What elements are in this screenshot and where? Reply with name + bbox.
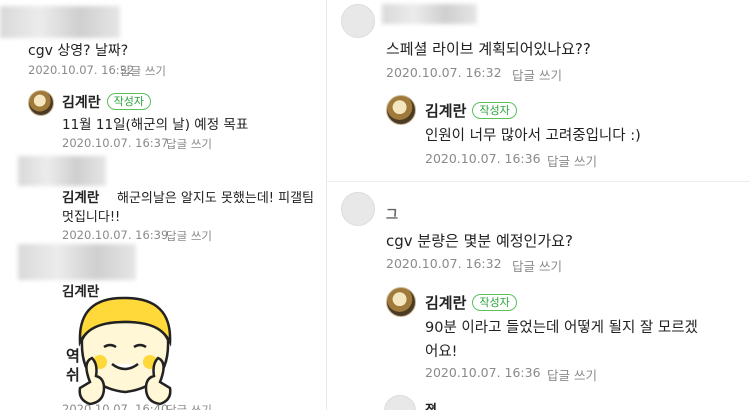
- comment-date: 2020.10.07. 16:39: [62, 228, 169, 242]
- reply-button[interactable]: 답글 쓰기: [547, 151, 597, 170]
- reply-button[interactable]: 답글 쓰기: [166, 402, 212, 410]
- comment-text: cgv 상영? 날짜?: [28, 43, 129, 59]
- author-avatar[interactable]: [28, 90, 54, 116]
- writer-badge: 작성자: [472, 294, 517, 311]
- right-comments-panel: 스페셜 라이브 계획되어있나요?? 2020.10.07. 16:32 답글 쓰…: [327, 0, 750, 410]
- author-avatar[interactable]: [386, 287, 416, 317]
- sticker-text-2: 쉬: [66, 366, 80, 384]
- sticker-text-1: 역: [66, 347, 80, 365]
- reply-button[interactable]: 답글 쓰기: [166, 136, 212, 152]
- reply-text: 11월 11일(해군의 날) 예정 목표: [62, 117, 249, 133]
- reply-date: 2020.10.07. 16:37: [62, 136, 169, 150]
- author-name[interactable]: 김계란: [425, 294, 466, 312]
- reply-button[interactable]: 답글 쓰기: [512, 65, 562, 84]
- blurred-author-block: [18, 244, 136, 280]
- author-avatar[interactable]: [384, 395, 416, 410]
- reply-text: 90분 이라고 들었는데 어떻게 될지 잘 모르겠: [425, 320, 698, 336]
- blurred-author-name: [382, 4, 477, 24]
- comment-text-line2: 멋집니다!!: [62, 210, 121, 225]
- author-name-partial[interactable]: 졍: [425, 399, 437, 410]
- reply-date: 2020.10.07. 16:36: [425, 365, 541, 380]
- reply-text-line2: 어요!: [425, 344, 458, 360]
- comment-date: 2020.10.07. 16:32: [386, 256, 502, 271]
- reply-button[interactable]: 답글 쓰기: [512, 256, 562, 275]
- comment-text: cgv 분량은 몇분 예정인가요?: [386, 232, 573, 250]
- comment-separator: [327, 181, 750, 182]
- comment-author[interactable]: 김계란 작성자: [62, 92, 152, 112]
- author-name[interactable]: 김계란: [62, 95, 101, 111]
- author-avatar[interactable]: [341, 4, 375, 38]
- blurred-author-name: [0, 6, 120, 38]
- writer-badge: 작성자: [472, 102, 517, 119]
- comment-text: 스페셜 라이브 계획되어있나요??: [386, 40, 591, 58]
- comment-author[interactable]: 김계란: [62, 186, 99, 206]
- comment-text: 해군의날은 알지도 못했는데! 피갤팀: [117, 191, 315, 206]
- comment-author[interactable]: 김계란 작성자: [425, 100, 517, 121]
- author-avatar[interactable]: [386, 95, 416, 125]
- left-comments-panel: cgv 상영? 날짜? 2020.10.07. 16:32 답글 쓰기 김계란 작…: [0, 0, 327, 410]
- author-name-partial[interactable]: 그: [386, 204, 398, 223]
- comment-date: 2020.10.07. 16:40: [62, 402, 169, 410]
- reply-button[interactable]: 답글 쓰기: [120, 63, 166, 79]
- writer-badge: 작성자: [106, 93, 152, 110]
- author-name[interactable]: 김계란: [425, 102, 466, 120]
- reply-button[interactable]: 답글 쓰기: [166, 228, 212, 244]
- comment-date: 2020.10.07. 16:32: [386, 65, 502, 80]
- reply-date: 2020.10.07. 16:36: [425, 151, 541, 166]
- author-avatar[interactable]: [341, 192, 375, 226]
- comment-date: 2020.10.07. 16:32: [28, 63, 135, 77]
- reply-text: 인원이 너무 많아서 고려중입니다 :): [425, 128, 641, 144]
- blurred-author-block: [18, 156, 106, 186]
- comment-author[interactable]: 김계란 작성자: [425, 292, 517, 313]
- reply-button[interactable]: 답글 쓰기: [547, 365, 597, 384]
